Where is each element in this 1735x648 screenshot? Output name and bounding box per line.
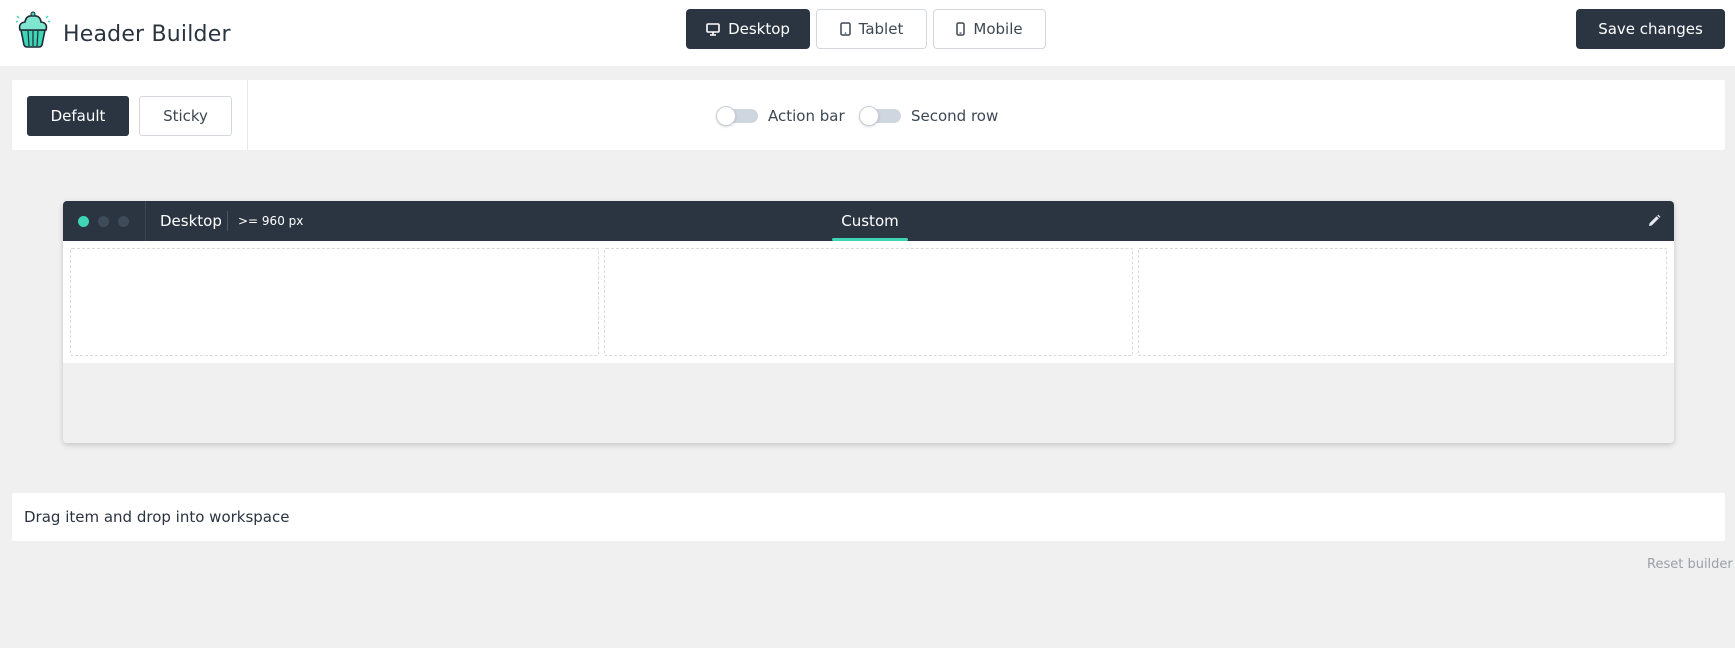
divider [145,201,146,241]
tab-desktop[interactable]: Desktop [686,9,810,49]
action-bar-toggle[interactable]: Action bar [716,106,845,126]
preview-width-rule: >= 960 px [238,214,304,228]
toggle-knob [859,106,879,126]
monitor-icon [706,22,720,36]
dropzone-left[interactable] [70,248,599,356]
tab-mobile[interactable]: Mobile [933,9,1046,49]
preview-device-label: Desktop [160,212,222,230]
window-dot [118,216,129,227]
preview-frame: Desktop >= 960 px Custom [63,201,1674,443]
second-row-label: Second row [911,107,999,125]
dropzone-center[interactable] [604,248,1133,356]
top-bar: Header Builder Desktop Tablet Mobile Sav… [0,0,1735,66]
divider [227,211,228,231]
save-changes-button[interactable]: Save changes [1576,9,1725,49]
mobile-icon [956,22,966,36]
tablet-icon [839,22,851,36]
window-dot-active [78,216,89,227]
preview-header: Desktop >= 960 px Custom [63,201,1674,241]
default-mode-button[interactable]: Default [27,96,129,136]
tab-tablet[interactable]: Tablet [816,9,927,49]
mode-bar: Default Sticky Action bar Second row [12,80,1725,150]
toggle-knob [716,106,736,126]
window-dot [98,216,109,227]
drag-items-panel: Drag item and drop into workspace [12,493,1725,541]
toggle-switch[interactable] [859,106,901,126]
pencil-icon[interactable] [1647,214,1661,228]
dropzone-right[interactable] [1138,248,1667,356]
action-bar-label: Action bar [768,107,845,125]
toggle-switch[interactable] [716,106,758,126]
sticky-mode-button[interactable]: Sticky [139,96,232,136]
device-tabs: Desktop Tablet Mobile [686,9,1046,49]
tab-custom[interactable]: Custom [832,212,908,230]
divider [247,80,248,150]
tab-tablet-label: Tablet [858,20,904,38]
tab-mobile-label: Mobile [973,20,1023,38]
tab-desktop-label: Desktop [728,20,790,38]
header-row [63,241,1674,363]
drag-hint-text: Drag item and drop into workspace [24,508,290,526]
app-title: Header Builder [63,22,231,47]
cupcake-logo-icon [15,11,51,48]
reset-builder-link[interactable]: Reset builder [1647,557,1733,572]
second-row-toggle[interactable]: Second row [859,106,999,126]
